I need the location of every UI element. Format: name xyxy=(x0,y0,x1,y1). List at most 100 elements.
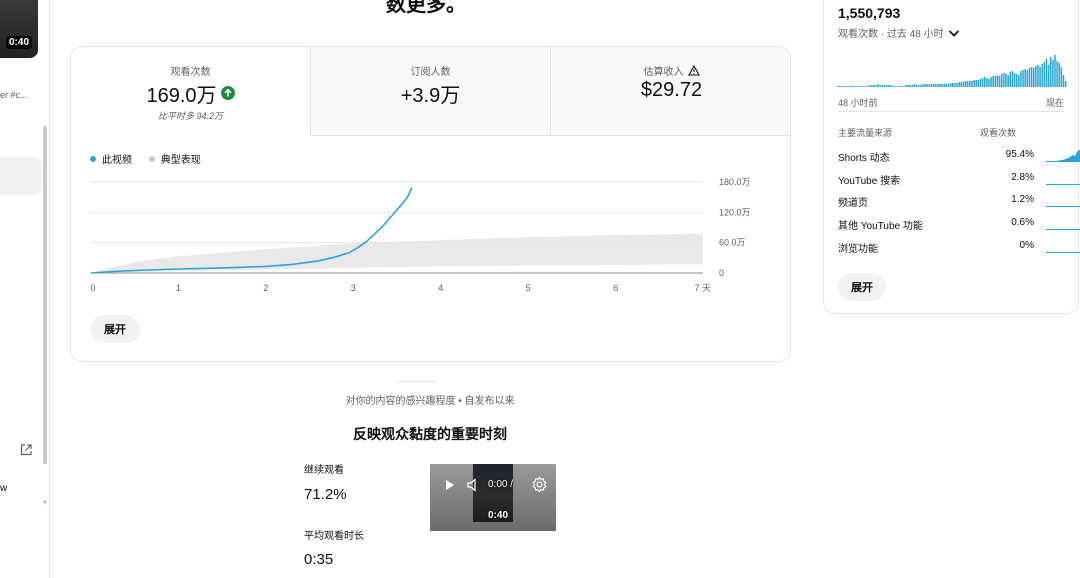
realtime-hour-bar xyxy=(981,78,984,87)
video-thumbnail[interactable] xyxy=(0,0,38,58)
realtime-hour-bar xyxy=(898,86,901,87)
realtime-hourly-bars[interactable] xyxy=(837,53,1067,87)
realtime-hour-bar xyxy=(952,83,954,87)
realtime-hour-bar xyxy=(845,86,848,87)
legend-item-this-video: 此视频 xyxy=(90,155,132,166)
realtime-hour-bar xyxy=(1003,73,1005,87)
metric-views-number: 169.0万 xyxy=(146,85,217,107)
views-line-chart[interactable]: 0 60.0万 120.0万 180.0万 0 1 2 3 4 5 6 7 天 xyxy=(71,167,791,302)
realtime-hour-bar xyxy=(917,85,920,87)
continue-watching-value: 71.2% xyxy=(304,486,347,503)
realtime-hour-bar xyxy=(1058,63,1061,87)
realtime-hour-bar xyxy=(949,83,952,87)
realtime-hour-bar xyxy=(958,82,960,87)
chart-series-typical-band xyxy=(91,233,703,273)
realtime-hour-bar xyxy=(1020,71,1022,87)
realtime-hour-bar xyxy=(988,79,990,87)
realtime-hour-bar xyxy=(890,85,892,87)
realtime-hour-bar xyxy=(837,86,839,87)
realtime-hour-bar xyxy=(1064,81,1067,87)
realtime-views-total: 1,550,793 xyxy=(838,5,901,21)
settings-gear-icon[interactable] xyxy=(531,476,548,493)
chevron-down-icon[interactable] xyxy=(948,29,960,38)
chart-y-tick-label: 120.0万 xyxy=(719,207,751,217)
metric-revenue-value: $29.72 xyxy=(640,79,703,101)
realtime-hour-bar xyxy=(966,81,969,87)
expand-button[interactable]: 展开 xyxy=(90,315,140,343)
realtime-hour-bar xyxy=(909,85,911,87)
realtime-hour-bar xyxy=(941,84,943,87)
realtime-hour-bar xyxy=(971,81,973,87)
traffic-source-row[interactable]: 其他 YouTube 功能 0.6% xyxy=(838,217,1080,232)
metric-revenue[interactable]: 估算收入 $29.72 xyxy=(551,47,790,136)
realtime-hour-bar xyxy=(1024,69,1026,87)
player-duration: 0:40 xyxy=(488,510,509,521)
warning-icon xyxy=(687,65,700,76)
traffic-sparkline xyxy=(1046,229,1080,230)
realtime-hour-bar xyxy=(962,82,965,87)
traffic-source-row[interactable]: Shorts 动态 95.4% xyxy=(838,149,1080,164)
realtime-hour-bar xyxy=(1032,68,1035,87)
metric-views-value: 169.0万 xyxy=(71,79,310,108)
realtime-hour-bar xyxy=(1056,61,1058,87)
metric-subscribers-value: +3.9万 xyxy=(400,85,461,107)
play-icon[interactable] xyxy=(445,479,455,491)
scroll-down-arrow-icon[interactable]: ▼ xyxy=(42,500,48,506)
traffic-source-row[interactable]: 浏览功能 0% xyxy=(838,240,1080,255)
realtime-hour-bar xyxy=(885,85,888,87)
traffic-source-percent: 0% xyxy=(1019,240,1034,251)
traffic-sparkline xyxy=(1046,252,1080,253)
external-link-icon[interactable] xyxy=(19,443,33,457)
traffic-source-percent: 95.4% xyxy=(1005,149,1034,160)
left-sidebar: 0:40 er #c... ▼ w xyxy=(0,0,50,578)
chart-y-tick-label: 60.0万 xyxy=(719,238,746,248)
chart-x-tick-label: 6 xyxy=(613,283,618,293)
sidebar-text-fragment: w xyxy=(0,483,8,494)
realtime-period-selector[interactable]: 观看次数 · 过去 48 小时 xyxy=(838,25,960,40)
metric-subscribers[interactable]: 订阅人数 +3.9万 xyxy=(311,47,551,136)
metric-views[interactable]: 观看次数 169.0万 比平时多 94.2万 xyxy=(71,47,311,136)
volume-icon[interactable] xyxy=(467,478,479,492)
traffic-source-row[interactable]: YouTube 搜索 2.8% xyxy=(838,172,1080,187)
realtime-hour-bar xyxy=(847,86,850,87)
traffic-source-header: 主要流量来源 xyxy=(838,128,893,138)
sidebar-item-selected[interactable] xyxy=(0,157,41,195)
realtime-hour-bar xyxy=(992,76,994,87)
realtime-hour-bar xyxy=(990,77,992,87)
realtime-hour-bar xyxy=(934,84,937,87)
realtime-hour-bar xyxy=(975,80,977,87)
realtime-hour-bar xyxy=(956,83,958,87)
realtime-expand-button[interactable]: 展开 xyxy=(838,273,886,301)
sidebar-scrollbar[interactable] xyxy=(43,126,47,464)
realtime-hour-bar xyxy=(986,78,988,87)
realtime-hour-bar xyxy=(864,86,867,87)
chart-x-tick-label: 5 xyxy=(526,283,531,293)
realtime-hour-bar xyxy=(983,77,986,87)
arrow-up-icon xyxy=(220,86,235,100)
traffic-source-name: 其他 YouTube 功能 xyxy=(838,221,923,232)
traffic-source-row[interactable]: 频道页 1.2% xyxy=(838,194,1080,209)
realtime-hour-bar xyxy=(1037,65,1039,87)
chart-x-tick-label: 1 xyxy=(176,283,181,293)
traffic-source-percent: 0.6% xyxy=(1011,217,1034,228)
video-player[interactable]: 0:00 / 0:40 xyxy=(430,464,556,531)
realtime-hour-bar xyxy=(954,83,956,87)
realtime-hour-bar xyxy=(896,86,899,87)
traffic-source-name: 浏览功能 xyxy=(838,244,878,255)
video-title-snippet: er #c... xyxy=(0,90,28,100)
realtime-hour-bar xyxy=(973,80,975,87)
realtime-hour-bar xyxy=(1022,70,1024,87)
realtime-hour-bar xyxy=(996,75,999,87)
realtime-hour-bar xyxy=(960,82,963,87)
realtime-hour-bar xyxy=(1041,64,1043,87)
legend-dot-icon xyxy=(90,156,96,162)
metric-revenue-label: 估算收入 xyxy=(551,63,790,78)
realtime-period-label: 观看次数 · 过去 48 小时 xyxy=(838,29,944,40)
realtime-hour-bar xyxy=(947,84,950,87)
realtime-hour-bar xyxy=(911,85,914,87)
traffic-source-name: YouTube 搜索 xyxy=(838,176,901,187)
realtime-hour-bar xyxy=(932,84,935,87)
traffic-sparkline xyxy=(1046,206,1080,207)
overview-card: 观看次数 169.0万 比平时多 94.2万 订阅人数 +3.9万 估算收入 $… xyxy=(70,46,791,362)
traffic-sparkline xyxy=(1046,184,1080,185)
